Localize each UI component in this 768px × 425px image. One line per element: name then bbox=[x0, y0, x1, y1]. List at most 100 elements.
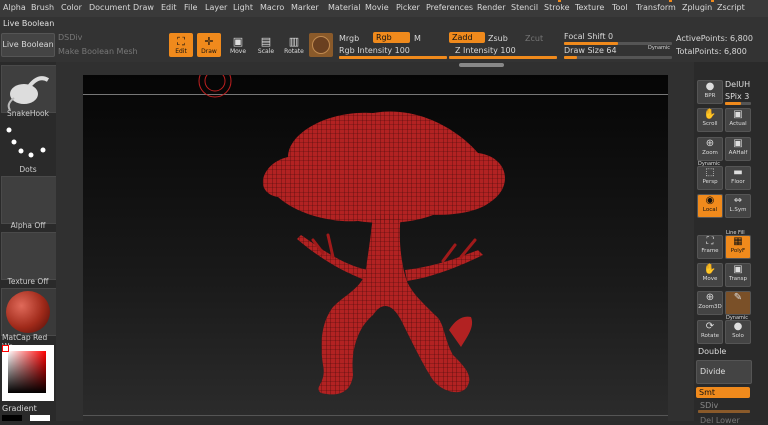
move-icon: ✋ bbox=[703, 264, 717, 275]
menu-item-stroke[interactable]: Stroke bbox=[544, 3, 570, 12]
menu-item-file[interactable]: File bbox=[184, 3, 197, 12]
menu-item-macro[interactable]: Macro bbox=[260, 3, 284, 12]
draw-size-label: Draw Size 64 bbox=[564, 46, 617, 55]
menu-item-layer[interactable]: Layer bbox=[205, 3, 227, 12]
spix-slider[interactable] bbox=[725, 102, 751, 105]
persp-icon: ⬚ bbox=[705, 167, 715, 178]
lsym-button[interactable]: ⇔ L.Sym bbox=[725, 194, 751, 218]
menu-item-tool[interactable]: Tool bbox=[612, 3, 628, 12]
color-picker[interactable] bbox=[2, 345, 54, 401]
menu-item-zplugin[interactable]: Zplugin bbox=[682, 3, 712, 12]
menu-marker bbox=[669, 0, 672, 2]
mrgb-button[interactable]: Mrgb bbox=[339, 34, 359, 43]
floor-icon: ▬ bbox=[733, 167, 743, 178]
texture-thumbnail[interactable] bbox=[1, 232, 57, 280]
menu-item-picker[interactable]: Picker bbox=[396, 3, 420, 12]
zadd-button[interactable]: Zadd bbox=[449, 32, 485, 43]
menu-item-render[interactable]: Render bbox=[477, 3, 505, 12]
m-button[interactable]: M bbox=[414, 34, 421, 43]
material-swatch-button[interactable] bbox=[309, 33, 333, 57]
draw-size-slider[interactable] bbox=[564, 56, 672, 59]
menu-item-zscript[interactable]: Zscript bbox=[717, 3, 745, 12]
menu-item-edit[interactable]: Edit bbox=[161, 3, 177, 12]
canvas[interactable] bbox=[83, 75, 668, 421]
menu-item-color[interactable]: Color bbox=[61, 3, 82, 12]
zcut-button[interactable]: Zcut bbox=[525, 34, 543, 43]
menu-item-document[interactable]: Document bbox=[89, 3, 130, 12]
make-boolean-mesh-button[interactable]: Make Boolean Mesh bbox=[58, 47, 138, 56]
menu-item-marker[interactable]: Marker bbox=[291, 3, 319, 12]
double-button[interactable]: Double bbox=[698, 347, 726, 356]
rgb-intensity-label: Rgb Intensity 100 bbox=[339, 46, 410, 55]
aahalf-button[interactable]: ▣ AAHalf bbox=[725, 137, 751, 161]
bpr-button[interactable]: ● BPR bbox=[697, 80, 723, 104]
menu-item-draw[interactable]: Draw bbox=[133, 3, 154, 12]
scale-button[interactable]: ▤ Scale bbox=[254, 33, 278, 57]
rotate-button[interactable]: ▥ Rotate bbox=[282, 33, 306, 57]
menu-item-preferences[interactable]: Preferences bbox=[426, 3, 473, 12]
deluh-button[interactable]: DelUH bbox=[725, 80, 750, 89]
rgb-intensity-slider[interactable] bbox=[339, 56, 447, 59]
transp-icon: ▣ bbox=[733, 264, 743, 275]
line-fill-label[interactable]: Line Fill bbox=[726, 230, 745, 236]
menu-item-transform[interactable]: Transform bbox=[636, 3, 676, 12]
menu-item-brush[interactable]: Brush bbox=[31, 3, 54, 12]
menu-item-alpha[interactable]: Alpha bbox=[3, 3, 26, 12]
scale-icon: ▤ bbox=[260, 35, 272, 48]
transp-button[interactable]: ▣ Transp bbox=[725, 263, 751, 287]
menu-item-texture[interactable]: Texture bbox=[575, 3, 604, 12]
zoom-button[interactable]: ⊕ Zoom bbox=[697, 137, 723, 161]
floor-button[interactable]: ▬ Floor bbox=[725, 166, 751, 190]
slider-fill bbox=[698, 410, 750, 413]
local-button[interactable]: ◉ Local bbox=[697, 194, 723, 218]
rgb-button[interactable]: Rgb bbox=[373, 32, 410, 43]
horizontal-scrollbar[interactable] bbox=[459, 63, 504, 67]
color-square[interactable] bbox=[8, 351, 46, 393]
menu-item-movie[interactable]: Movie bbox=[365, 3, 389, 12]
spix-label[interactable]: SPix 3 bbox=[725, 92, 749, 101]
total-points: TotalPoints: 6,800 bbox=[676, 47, 747, 56]
zoom3d-button[interactable]: ⊕ Zoom3D bbox=[697, 291, 723, 315]
live-boolean-button[interactable]: Live Boolean bbox=[1, 33, 55, 57]
menu-marker bbox=[558, 0, 561, 2]
material-thumbnail[interactable] bbox=[1, 288, 57, 336]
sphere-icon: ● bbox=[705, 81, 715, 92]
persp-button[interactable]: ⬚ Persp bbox=[697, 166, 723, 190]
move-button[interactable]: ▣ Move bbox=[226, 33, 250, 57]
solo-button[interactable]: ● Solo bbox=[725, 320, 751, 344]
menu-item-light[interactable]: Light bbox=[233, 3, 253, 12]
rotate-view-button[interactable]: ⟳ Rotate bbox=[697, 320, 723, 344]
polyf-icon: ▦ bbox=[733, 236, 743, 247]
smt-button[interactable]: Smt bbox=[696, 387, 750, 398]
ghost-button[interactable]: ✎ bbox=[725, 291, 751, 315]
stroke-thumbnail[interactable] bbox=[1, 120, 55, 166]
frame-button[interactable]: ⛶ Frame bbox=[697, 235, 723, 259]
actual-button[interactable]: ▣ Actual bbox=[725, 108, 751, 132]
alpha-thumbnail[interactable] bbox=[1, 176, 57, 224]
menu-item-material[interactable]: Material bbox=[328, 3, 361, 12]
menu-item-stencil[interactable]: Stencil bbox=[511, 3, 538, 12]
scroll-button[interactable]: ✋ Scroll bbox=[697, 108, 723, 132]
actual-icon: ▣ bbox=[733, 109, 743, 120]
zsub-button[interactable]: Zsub bbox=[488, 34, 508, 43]
secondary-color-swatch[interactable] bbox=[2, 415, 22, 421]
slider-fill bbox=[449, 56, 557, 59]
alpha-label: Alpha Off bbox=[10, 221, 46, 230]
divide-button[interactable]: Divide bbox=[696, 360, 752, 384]
brush-thumbnail[interactable] bbox=[1, 65, 57, 113]
palette-title: Live Boolean bbox=[3, 19, 55, 28]
edit-button[interactable]: ⛶ Edit bbox=[169, 33, 193, 57]
draw-button[interactable]: ✛ Draw bbox=[197, 33, 221, 57]
dynamic-label[interactable]: Dynamic bbox=[648, 45, 670, 51]
z-intensity-label: Z Intensity 100 bbox=[455, 46, 516, 55]
sdiv-label: SDiv bbox=[700, 401, 719, 410]
sdiv-slider[interactable] bbox=[698, 410, 750, 413]
main-color-swatch[interactable] bbox=[30, 415, 50, 421]
z-intensity-slider[interactable] bbox=[449, 56, 557, 59]
tree-mesh bbox=[262, 111, 505, 395]
slider-fill bbox=[725, 102, 741, 105]
draw-icon: ✛ bbox=[204, 35, 214, 48]
dsdiv-button[interactable]: DSDiv bbox=[58, 33, 82, 42]
polyf-button[interactable]: ▦ PolyF bbox=[725, 235, 751, 259]
move-view-button[interactable]: ✋ Move bbox=[697, 263, 723, 287]
